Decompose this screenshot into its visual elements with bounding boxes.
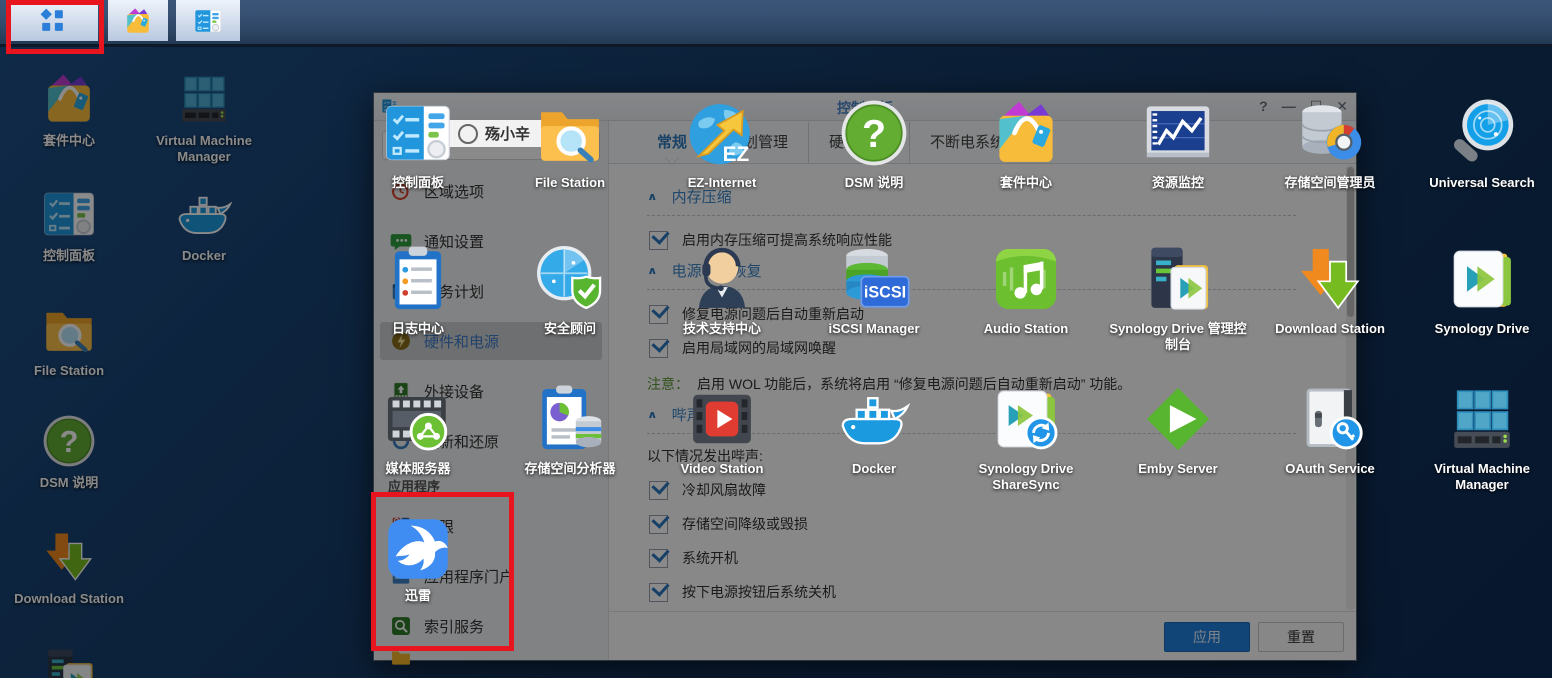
dsm-desktop: 套件中心 Virtual Machine Manager 控制面板 Docker Fil…	[0, 0, 1552, 678]
app-support-center[interactable]: 技术支持中心	[647, 242, 797, 337]
app-drive-console[interactable]: Synology Drive 管理控制台	[1103, 242, 1253, 353]
taskbar-button-main-menu[interactable]	[8, 0, 98, 41]
media-server-icon	[381, 382, 455, 456]
svg-text:?: ?	[862, 112, 886, 156]
app-label: 控制面板	[343, 175, 493, 191]
file-station-icon	[533, 96, 607, 170]
app-storage-manager[interactable]: 存储空间管理员	[1255, 96, 1405, 191]
app-thunder[interactable]: 迅雷	[343, 515, 493, 604]
app-label: EZ-Internet	[647, 175, 797, 191]
app-storage-analyzer[interactable]: 存储空间分析器	[495, 382, 645, 477]
app-label: 日志中心	[343, 321, 493, 337]
app-label: DSM 说明	[799, 175, 949, 191]
app-label: Download Station	[1255, 321, 1405, 337]
app-oauth[interactable]: OAuth Service	[1255, 382, 1405, 477]
audio-station-icon	[989, 242, 1063, 316]
app-grid-icon	[38, 6, 68, 36]
app-label: Synology Drive	[1407, 321, 1552, 337]
app-label: OAuth Service	[1255, 461, 1405, 477]
app-dsm-help[interactable]: ? DSM 说明	[799, 96, 949, 191]
universal-search-icon	[1445, 96, 1519, 170]
iscsi-manager-icon: iSCSI	[837, 242, 911, 316]
app-emby[interactable]: Emby Server	[1103, 382, 1253, 477]
app-resource-monitor[interactable]: 资源监控	[1103, 96, 1253, 191]
app-label: Docker	[799, 461, 949, 477]
thunder-icon	[384, 515, 452, 583]
app-label: Universal Search	[1407, 175, 1552, 191]
app-label: Emby Server	[1103, 461, 1253, 477]
taskbar-button-package-center[interactable]	[108, 0, 168, 41]
app-label: 媒体服务器	[343, 461, 493, 477]
app-docker[interactable]: Docker	[799, 382, 949, 477]
package-center-icon	[123, 6, 153, 36]
app-sharesync[interactable]: Synology Drive ShareSync	[951, 382, 1101, 493]
app-media-server[interactable]: 媒体服务器	[343, 382, 493, 477]
storage-analyzer-icon	[533, 382, 607, 456]
app-label: 套件中心	[951, 175, 1101, 191]
control-panel-icon	[193, 6, 223, 36]
sharesync-icon	[989, 382, 1063, 456]
app-label: iSCSI Manager	[799, 321, 949, 337]
app-vmm[interactable]: Virtual Machine Manager	[1407, 382, 1552, 493]
security-advisor-icon	[533, 242, 607, 316]
support-center-icon	[685, 242, 759, 316]
app-iscsi-manager[interactable]: iSCSI iSCSI Manager	[799, 242, 949, 337]
app-label: Audio Station	[951, 321, 1101, 337]
app-label: Synology Drive 管理控制台	[1103, 321, 1253, 353]
dsm-help-icon: ?	[837, 96, 911, 170]
oauth-icon	[1293, 382, 1367, 456]
app-universal-search[interactable]: Universal Search	[1407, 96, 1552, 191]
app-ez-internet[interactable]: EZ EZ-Internet	[647, 96, 797, 191]
download-station-icon	[1293, 242, 1367, 316]
app-synology-drive[interactable]: Synology Drive	[1407, 242, 1552, 337]
drive-console-icon	[1141, 242, 1215, 316]
app-label: Synology Drive ShareSync	[951, 461, 1101, 493]
svg-text:EZ: EZ	[723, 143, 750, 166]
taskbar-button-control-panel[interactable]	[176, 0, 240, 41]
app-label: 资源监控	[1103, 175, 1253, 191]
app-label: Video Station	[647, 461, 797, 477]
resource-monitor-icon	[1141, 96, 1215, 170]
app-label: Virtual Machine Manager	[1407, 461, 1552, 493]
log-center-icon	[381, 242, 455, 316]
docker-icon	[837, 382, 911, 456]
emby-icon	[1141, 382, 1215, 456]
app-audio-station[interactable]: Audio Station	[951, 242, 1101, 337]
synology-drive-icon	[1445, 242, 1519, 316]
control-panel-icon	[381, 96, 455, 170]
app-package-center[interactable]: 套件中心	[951, 96, 1101, 191]
app-video-station[interactable]: Video Station	[647, 382, 797, 477]
app-label: 存储空间分析器	[495, 461, 645, 477]
app-label: 迅雷	[343, 588, 493, 604]
svg-text:iSCSI: iSCSI	[864, 284, 906, 302]
ez-internet-icon: EZ	[685, 96, 759, 170]
app-label: File Station	[495, 175, 645, 191]
app-log-center[interactable]: 日志中心	[343, 242, 493, 337]
app-security-advisor[interactable]: 安全顾问	[495, 242, 645, 337]
app-label: 技术支持中心	[647, 321, 797, 337]
app-label: 存储空间管理员	[1255, 175, 1405, 191]
video-station-icon	[685, 382, 759, 456]
storage-manager-icon	[1293, 96, 1367, 170]
app-control-panel[interactable]: 控制面板	[343, 96, 493, 191]
vmm-icon	[1445, 382, 1519, 456]
app-download-station[interactable]: Download Station	[1255, 242, 1405, 337]
app-file-station[interactable]: File Station	[495, 96, 645, 191]
taskbar	[0, 0, 1552, 47]
app-label: 安全顾问	[495, 321, 645, 337]
package-center-icon	[989, 96, 1063, 170]
